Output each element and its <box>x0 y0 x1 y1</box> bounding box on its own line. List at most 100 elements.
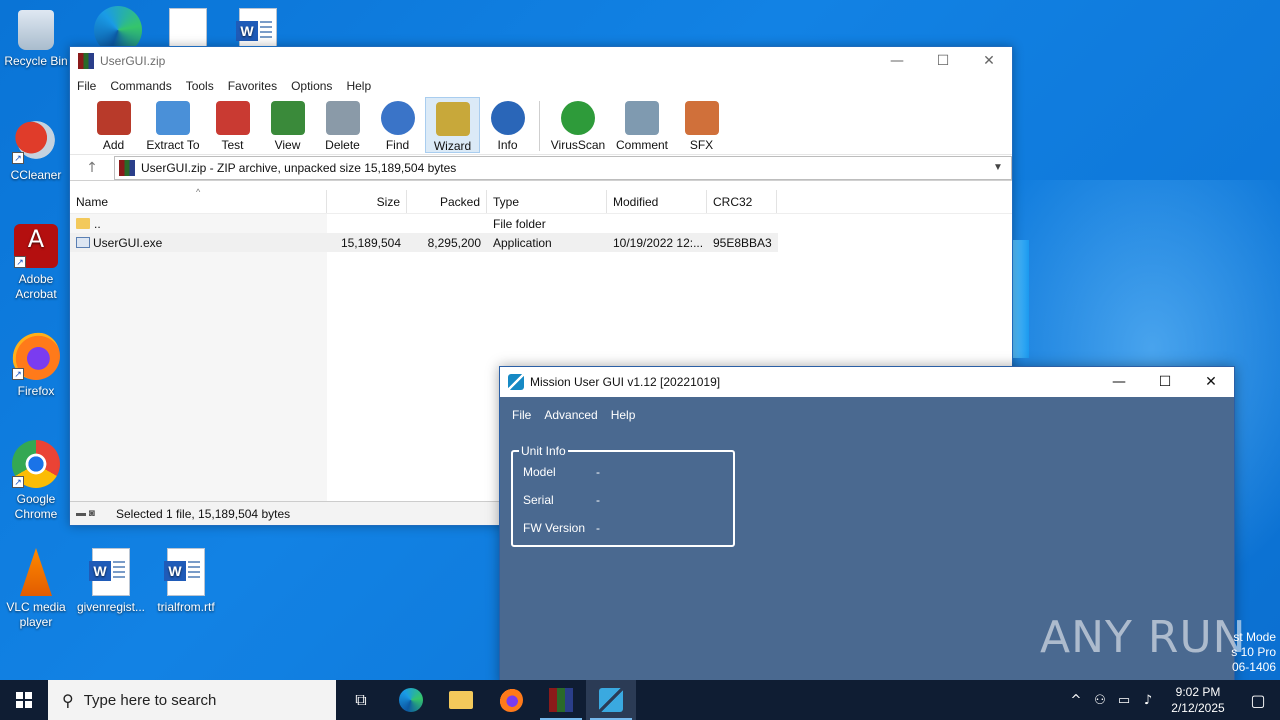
fw-version-label: FW Version <box>523 521 586 535</box>
magnifier-icon <box>380 101 415 135</box>
virusscan-button[interactable]: VirusScan <box>546 97 610 153</box>
chevron-down-icon[interactable]: ▼ <box>993 162 1011 173</box>
chevron-up-icon[interactable]: ^ <box>1064 693 1088 708</box>
close-button[interactable]: ✕ <box>966 47 1012 75</box>
start-button[interactable] <box>0 680 48 720</box>
toolbar-label: VirusScan <box>550 138 606 152</box>
taskbar: ⚲ Type here to search ⧉ ^ ⚇ ▭ ♪ 9:02 PM … <box>0 680 1280 720</box>
menu-commands[interactable]: Commands <box>110 79 171 93</box>
info-button[interactable]: Info <box>480 97 535 153</box>
add-archive-icon <box>96 101 131 135</box>
menu-favorites[interactable]: Favorites <box>228 79 277 93</box>
desktop-icon-label: CCleaner <box>10 168 62 182</box>
wizard-button[interactable]: Wizard <box>425 97 480 153</box>
firefox-icon <box>499 688 523 712</box>
delete-button[interactable]: Delete <box>315 97 370 153</box>
taskbar-mission-user-gui[interactable] <box>586 680 636 720</box>
file-list-header: ^ Name Size Packed Type Modified CRC32 <box>70 187 1012 214</box>
unit-info-serial-row: Serial - <box>523 493 600 507</box>
menu-options[interactable]: Options <box>291 79 332 93</box>
toolbar-label: View <box>274 138 301 152</box>
taskbar-search-box[interactable]: ⚲ Type here to search <box>48 680 336 720</box>
table-row[interactable]: .. File folder <box>70 214 1012 233</box>
menu-advanced[interactable]: Advanced <box>544 408 597 422</box>
column-header-size[interactable]: Size <box>327 190 407 213</box>
unit-info-legend: Unit Info <box>519 444 568 458</box>
find-button[interactable]: Find <box>370 97 425 153</box>
maximize-button[interactable]: ☐ <box>1142 368 1188 396</box>
minimize-button[interactable]: — <box>874 47 920 75</box>
extract-to-button[interactable]: Extract To <box>141 97 205 153</box>
toolbar-separator <box>539 101 540 151</box>
minimize-button[interactable]: — <box>1096 368 1142 396</box>
menu-tools[interactable]: Tools <box>186 79 214 93</box>
desktop-icon-trialfrom[interactable]: trialfrom.rtf <box>150 548 222 615</box>
meet-now-icon[interactable]: ⚇ <box>1088 693 1112 708</box>
desktop-icon-ccleaner[interactable]: ↗ CCleaner <box>0 116 72 183</box>
column-header-packed[interactable]: Packed <box>407 190 487 213</box>
desktop-icon-firefox[interactable]: ↗ Firefox <box>0 332 72 399</box>
application-exe-icon <box>76 236 90 248</box>
menu-help[interactable]: Help <box>346 79 371 93</box>
archive-path-field[interactable]: UserGUI.zip - ZIP archive, unpacked size… <box>114 155 1012 180</box>
sfx-button[interactable]: SFX <box>674 97 729 153</box>
menu-file[interactable]: File <box>77 79 96 93</box>
winrar-titlebar[interactable]: UserGUI.zip — ☐ ✕ <box>70 47 1012 75</box>
desktop-icon-vlc[interactable]: VLC media player <box>0 548 72 630</box>
toolbar-label: SFX <box>689 138 714 152</box>
view-button[interactable]: View <box>260 97 315 153</box>
desktop-icon-label: Recycle Bin <box>4 54 68 68</box>
sfx-box-icon <box>684 101 719 135</box>
taskbar-winrar[interactable] <box>536 680 586 720</box>
shortcut-arrow-icon: ↗ <box>12 152 24 164</box>
unit-info-model-row: Model - <box>523 465 600 479</box>
address-bar: ↑ UserGUI.zip - ZIP archive, unpacked si… <box>70 155 1012 181</box>
comment-button[interactable]: Comment <box>610 97 674 153</box>
menu-file[interactable]: File <box>512 408 531 422</box>
row-name-text: .. <box>94 216 101 231</box>
winrar-toolbar: Add Extract To Test View Delete Find Wiz… <box>70 97 1012 155</box>
model-value: - <box>596 465 600 479</box>
vlc-icon <box>20 548 52 596</box>
edge-icon <box>399 688 423 712</box>
network-icon[interactable]: ▭ <box>1112 693 1136 708</box>
add-button[interactable]: Add <box>86 97 141 153</box>
extract-folder-icon <box>156 101 190 135</box>
close-button[interactable]: ✕ <box>1188 368 1234 396</box>
trash-icon <box>325 101 360 135</box>
column-header-crc32[interactable]: CRC32 <box>707 190 777 213</box>
table-row-selected[interactable]: UserGUI.exe 15,189,504 8,295,200 Applica… <box>70 233 778 252</box>
volume-icon[interactable]: ♪ <box>1136 693 1160 708</box>
drive-icon[interactable]: ▬ ◙ <box>76 508 106 519</box>
desktop-icon-google-chrome[interactable]: ↗ Google Chrome <box>0 440 72 522</box>
taskbar-firefox[interactable] <box>486 680 536 720</box>
cell-type: Application <box>493 235 552 250</box>
search-placeholder: Type here to search <box>83 691 217 709</box>
desktop-icon-label: VLC media player <box>6 600 66 629</box>
notification-center-icon[interactable]: ▢ <box>1236 691 1280 710</box>
clock-date: 2/12/2025 <box>1171 701 1225 715</box>
maximize-button[interactable]: ☐ <box>920 47 966 75</box>
anyrun-watermark: ANY RUN <box>1040 612 1247 663</box>
taskbar-clock[interactable]: 9:02 PM 2/12/2025 <box>1160 684 1236 716</box>
taskbar-edge[interactable] <box>386 680 436 720</box>
taskbar-file-explorer[interactable] <box>436 680 486 720</box>
cell-name: .. <box>70 217 327 231</box>
model-label: Model <box>523 465 556 479</box>
column-header-modified[interactable]: Modified <box>607 190 707 213</box>
menu-help[interactable]: Help <box>611 408 636 422</box>
column-header-type[interactable]: Type <box>487 190 607 213</box>
task-view-button[interactable]: ⧉ <box>336 680 386 720</box>
shortcut-arrow-icon: ↗ <box>14 256 26 268</box>
mission-window-title: Mission User GUI v1.12 [20221019] <box>530 375 721 389</box>
test-button[interactable]: Test <box>205 97 260 153</box>
mission-app-logo-icon <box>599 688 623 712</box>
mission-titlebar[interactable]: Mission User GUI v1.12 [20221019] — ☐ ✕ <box>500 367 1234 397</box>
cell-crc32: 95E8BBA3 <box>713 235 772 250</box>
desktop-icon-recycle-bin[interactable]: Recycle Bin <box>0 10 72 69</box>
system-tray: ^ ⚇ ▭ ♪ 9:02 PM 2/12/2025 ▢ <box>1064 680 1280 720</box>
desktop-icon-givenregist[interactable]: givenregist... <box>75 548 147 615</box>
desktop-icon-adobe-acrobat[interactable]: ↗ Adobe Acrobat <box>0 224 72 302</box>
up-arrow-icon[interactable]: ↑ <box>70 160 114 176</box>
toolbar-label: Extract To <box>146 138 200 152</box>
